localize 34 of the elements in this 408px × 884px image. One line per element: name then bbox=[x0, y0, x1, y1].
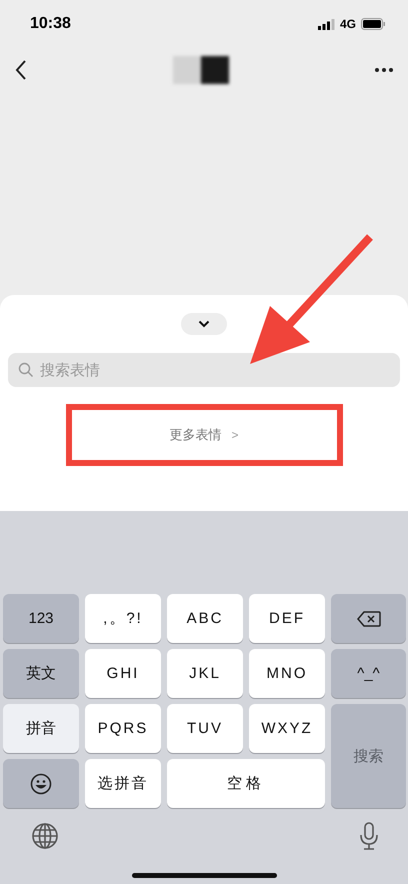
keyboard-key[interactable]: MNO bbox=[249, 649, 325, 698]
delete-icon bbox=[356, 610, 380, 626]
keyboard-key[interactable]: ^_^ bbox=[331, 649, 406, 698]
blurred-title bbox=[173, 56, 229, 84]
keyboard-key[interactable]: DEF bbox=[249, 594, 325, 643]
keyboard-key[interactable]: 拼音 bbox=[3, 704, 79, 753]
keyboard-key[interactable]: 英文 bbox=[3, 649, 79, 698]
battery-icon bbox=[361, 18, 386, 30]
more-icon[interactable] bbox=[374, 67, 394, 73]
keyboard-key[interactable]: ,。?! bbox=[85, 594, 161, 643]
keyboard-key[interactable]: JKL bbox=[167, 649, 243, 698]
microphone-icon[interactable] bbox=[359, 822, 379, 850]
back-icon[interactable] bbox=[14, 59, 28, 81]
chevron-right-icon: > bbox=[231, 428, 238, 442]
keyboard-key[interactable]: TUV bbox=[167, 704, 243, 753]
globe-icon[interactable] bbox=[31, 822, 59, 850]
keyboard-key[interactable]: ABC bbox=[167, 594, 243, 643]
emoji-key[interactable] bbox=[3, 759, 79, 808]
chevron-down-icon bbox=[198, 320, 210, 328]
keyboard-key[interactable]: 123 bbox=[3, 594, 79, 643]
signal-icon bbox=[318, 18, 335, 30]
space-key[interactable]: 空格 bbox=[167, 759, 325, 808]
keyboard-key[interactable]: WXYZ bbox=[249, 704, 325, 753]
delete-key[interactable] bbox=[331, 594, 406, 643]
network-label: 4G bbox=[340, 17, 356, 31]
clock-time: 10:38 bbox=[30, 15, 71, 33]
more-stickers-button[interactable]: 更多表情 > bbox=[66, 404, 342, 466]
search-field[interactable]: 搜索表情 bbox=[8, 353, 400, 387]
search-icon bbox=[18, 362, 34, 378]
keyboard-key[interactable]: 选拼音 bbox=[85, 759, 161, 808]
smiley-icon bbox=[30, 772, 52, 794]
collapse-button[interactable] bbox=[181, 313, 227, 335]
keyboard-key[interactable]: PQRS bbox=[85, 704, 161, 753]
keyboard-key[interactable]: GHI bbox=[85, 649, 161, 698]
